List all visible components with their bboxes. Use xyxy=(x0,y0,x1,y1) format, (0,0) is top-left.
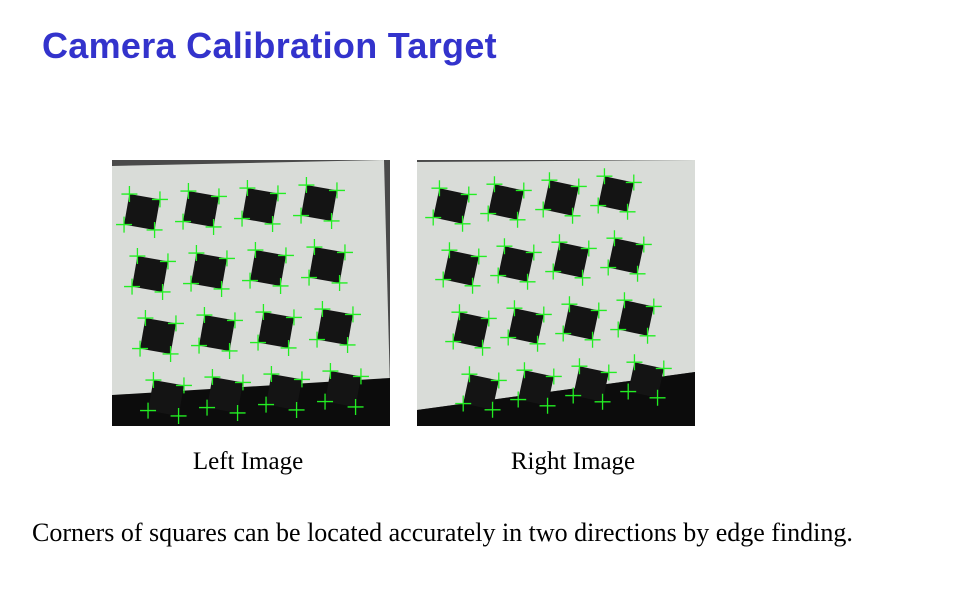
calibration-square xyxy=(508,308,544,344)
body-text: Corners of squares can be located accura… xyxy=(32,518,853,547)
calibration-square xyxy=(598,176,634,212)
left-image-caption: Left Image xyxy=(192,448,304,475)
calibration-square xyxy=(543,180,579,216)
calibration-square xyxy=(453,312,489,348)
calibration-square xyxy=(573,366,609,402)
calibration-square xyxy=(608,238,644,274)
right-image-caption: Right Image xyxy=(510,448,636,475)
calibration-square xyxy=(498,246,534,282)
calibration-square xyxy=(463,374,499,410)
calibration-square xyxy=(628,362,664,398)
calibration-square xyxy=(433,188,469,224)
calibration-square xyxy=(518,370,554,406)
calibration-square xyxy=(563,304,599,340)
left-calibration-image xyxy=(112,160,390,426)
calibration-square xyxy=(553,242,589,278)
slide-title: Camera Calibration Target xyxy=(42,25,497,66)
right-calibration-image xyxy=(417,160,695,426)
calibration-square xyxy=(618,300,654,336)
calibration-square xyxy=(488,184,524,220)
calibration-square xyxy=(443,250,479,286)
